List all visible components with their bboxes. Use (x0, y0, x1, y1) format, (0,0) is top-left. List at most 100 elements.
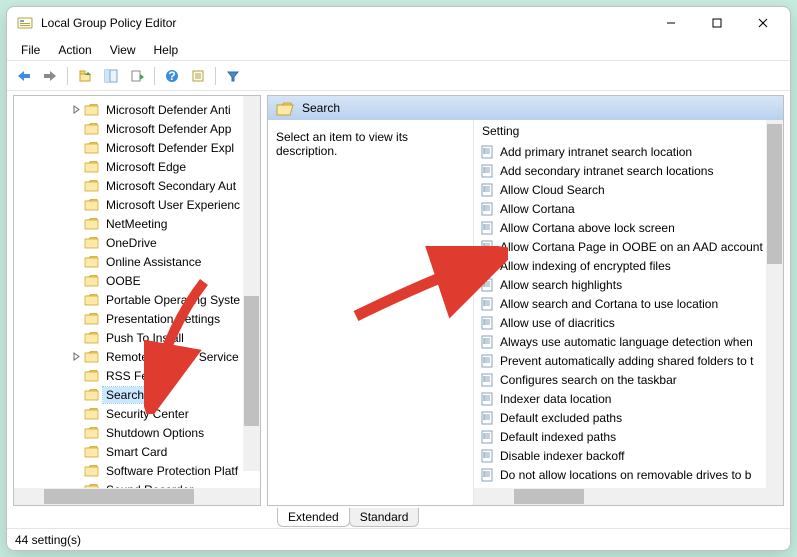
setting-row[interactable]: Default excluded paths (474, 408, 783, 427)
setting-row[interactable]: Always use automatic language detection … (474, 332, 783, 351)
policy-icon (480, 392, 494, 406)
tree-item[interactable]: Microsoft Defender Anti (14, 100, 260, 119)
tree-item[interactable]: OOBE (14, 271, 260, 290)
setting-row[interactable]: Default indexed paths (474, 427, 783, 446)
policy-icon (480, 259, 494, 273)
titlebar: Local Group Policy Editor (7, 7, 790, 39)
setting-row[interactable]: Disable indexer backoff (474, 446, 783, 465)
content-area: Microsoft Defender AntiMicrosoft Defende… (7, 91, 790, 506)
menu-file[interactable]: File (13, 41, 48, 59)
maximize-button[interactable] (694, 7, 740, 39)
settings-list[interactable]: Add primary intranet search location Add … (474, 142, 783, 488)
setting-row[interactable]: Configures search on the taskbar (474, 370, 783, 389)
close-button[interactable] (740, 7, 786, 39)
setting-label: Default excluded paths (500, 411, 622, 425)
app-icon (17, 15, 33, 31)
toolbar-sep (67, 67, 68, 85)
filter-button[interactable] (222, 65, 244, 87)
tree-item[interactable]: Remote Desktop Service (14, 347, 260, 366)
setting-label: Add primary intranet search location (500, 145, 692, 159)
setting-row[interactable]: Allow Cortana (474, 199, 783, 218)
setting-label: Do not allow locations on removable driv… (500, 468, 751, 482)
policy-icon (480, 183, 494, 197)
tree-item[interactable]: Shutdown Options (14, 423, 260, 442)
setting-label: Allow search and Cortana to use location (500, 297, 718, 311)
export-list-button[interactable] (126, 65, 148, 87)
setting-row[interactable]: Add secondary intranet search locations (474, 161, 783, 180)
expand-twisty-icon[interactable] (70, 351, 82, 363)
policy-icon (480, 373, 494, 387)
setting-row[interactable]: Allow Cortana Page in OOBE on an AAD acc… (474, 237, 783, 256)
show-hide-tree-button[interactable] (100, 65, 122, 87)
folder-icon (84, 369, 99, 382)
details-title: Search (302, 101, 340, 115)
list-horizontal-scrollbar[interactable] (474, 488, 783, 505)
expand-twisty-icon[interactable] (70, 104, 82, 116)
tab-standard[interactable]: Standard (349, 508, 420, 527)
back-button[interactable] (13, 65, 35, 87)
tree-item[interactable]: RSS Feeds (14, 366, 260, 385)
setting-label: Allow Cortana (500, 202, 575, 216)
tree-item[interactable]: Microsoft Defender App (14, 119, 260, 138)
tree-item[interactable]: Software Protection Platf (14, 461, 260, 480)
menu-help[interactable]: Help (146, 41, 187, 59)
tree-item[interactable]: Push To Install (14, 328, 260, 347)
setting-row[interactable]: Allow use of diacritics (474, 313, 783, 332)
statusbar: 44 setting(s) (7, 528, 790, 550)
tree-item[interactable]: Portable Operating Syste (14, 290, 260, 309)
tree-vertical-scrollbar[interactable] (243, 96, 260, 471)
policy-icon (480, 411, 494, 425)
tab-extended[interactable]: Extended (277, 508, 350, 527)
tree-horizontal-scrollbar[interactable] (14, 488, 260, 505)
policy-icon (480, 164, 494, 178)
tree-item[interactable]: Microsoft User Experienc (14, 195, 260, 214)
setting-label: Indexer data location (500, 392, 611, 406)
tree-item[interactable]: Presentation Settings (14, 309, 260, 328)
tree-item-label: NetMeeting (103, 216, 170, 232)
menu-action[interactable]: Action (50, 41, 99, 59)
details-header: Search (268, 96, 783, 120)
up-button[interactable] (74, 65, 96, 87)
tree-item-label: OneDrive (103, 235, 160, 251)
setting-row[interactable]: Allow Cloud Search (474, 180, 783, 199)
setting-row[interactable]: Allow search and Cortana to use location (474, 294, 783, 313)
policy-icon (480, 316, 494, 330)
setting-row[interactable]: Do not allow locations on removable driv… (474, 465, 783, 484)
folder-icon (84, 198, 99, 211)
tree-item-label: Microsoft Defender Anti (103, 102, 234, 118)
setting-label: Allow indexing of encrypted files (500, 259, 671, 273)
tree-item[interactable]: Security Center (14, 404, 260, 423)
tree-item[interactable]: Online Assistance (14, 252, 260, 271)
policy-tree[interactable]: Microsoft Defender AntiMicrosoft Defende… (14, 96, 260, 488)
forward-button[interactable] (39, 65, 61, 87)
folder-icon (84, 255, 99, 268)
tree-item[interactable]: Microsoft Edge (14, 157, 260, 176)
folder-icon (84, 331, 99, 344)
list-vertical-scrollbar[interactable] (766, 120, 783, 488)
setting-row[interactable]: Add primary intranet search location (474, 142, 783, 161)
policy-icon (480, 335, 494, 349)
tree-item[interactable]: Smart Card (14, 442, 260, 461)
tree-item[interactable]: Microsoft Defender Expl (14, 138, 260, 157)
minimize-button[interactable] (648, 7, 694, 39)
menu-view[interactable]: View (102, 41, 144, 59)
column-header-setting[interactable]: Setting (474, 120, 783, 142)
tree-item[interactable]: Search (14, 385, 260, 404)
help-button[interactable]: ? (161, 65, 183, 87)
setting-row[interactable]: Indexer data location (474, 389, 783, 408)
description-text: Select an item to view its description. (276, 130, 465, 158)
setting-row[interactable]: Allow search highlights (474, 275, 783, 294)
setting-label: Default indexed paths (500, 430, 616, 444)
tree-item[interactable]: OneDrive (14, 233, 260, 252)
policy-icon (480, 240, 494, 254)
setting-row[interactable]: Allow indexing of encrypted files (474, 256, 783, 275)
tree-item[interactable]: Microsoft Secondary Aut (14, 176, 260, 195)
tree-item[interactable]: Sound Recorder (14, 480, 260, 488)
setting-row[interactable]: Allow Cortana above lock screen (474, 218, 783, 237)
tree-item[interactable]: NetMeeting (14, 214, 260, 233)
properties-button[interactable] (187, 65, 209, 87)
setting-row[interactable]: Prevent automatically adding shared fold… (474, 351, 783, 370)
tree-item-label: Push To Install (103, 330, 187, 346)
folder-icon (84, 426, 99, 439)
folder-icon (84, 293, 99, 306)
